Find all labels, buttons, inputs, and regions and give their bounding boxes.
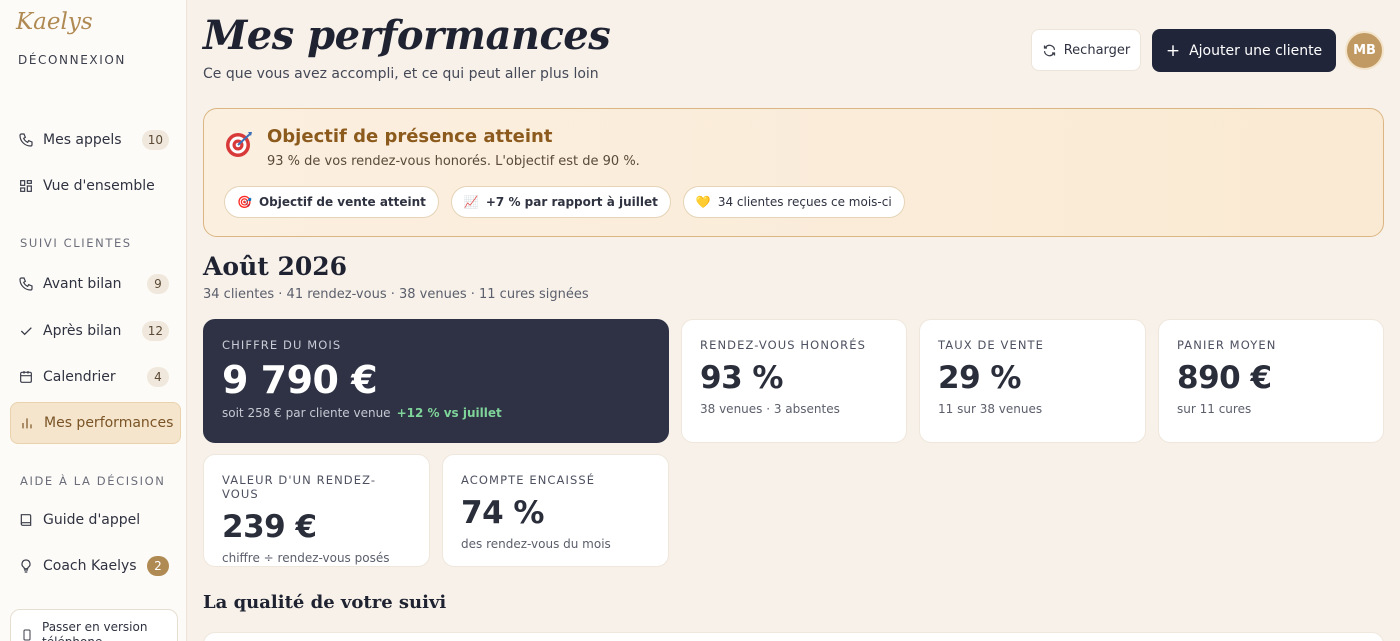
kpi-average-basket: PANIER MOYEN 890 € sur 11 cures xyxy=(1158,319,1384,443)
page-subtitle: Ce que vous avez accompli, et ce qui peu… xyxy=(203,66,599,82)
sidebar-item-call-guide[interactable]: Guide d'appel xyxy=(10,500,181,540)
count-badge: 9 xyxy=(147,274,169,294)
refresh-icon xyxy=(1043,44,1055,56)
kpi-note: chiffre ÷ rendez-vous posés xyxy=(222,551,390,565)
count-badge: 12 xyxy=(141,321,169,341)
sidebar-item-label: Vue d'ensemble xyxy=(43,178,155,194)
sidebar-item-calls[interactable]: Mes appels 10 xyxy=(10,120,181,160)
chip-label: Objectif de vente atteint xyxy=(258,195,426,209)
check-icon xyxy=(18,323,34,339)
kpi-note: 11 sur 38 venues xyxy=(938,402,1043,416)
kpi-value: 29 % xyxy=(938,360,1022,396)
grid-icon xyxy=(18,178,34,194)
sidebar-item-label: Calendrier xyxy=(43,369,116,385)
chip-label: 34 clientes reçues ce mois-ci xyxy=(717,195,892,209)
kpi-appointment-value: VALEUR D'UN RENDEZ-VOUS 239 € chiffre ÷ … xyxy=(203,454,430,567)
kpi-sales-rate: TAUX DE VENTE 29 % 11 sur 38 venues xyxy=(919,319,1146,443)
sidebar-item-label: Coach Kaelys xyxy=(43,558,137,574)
reload-button[interactable]: Recharger xyxy=(1031,29,1141,71)
heart-icon: 💛 xyxy=(695,195,711,209)
chip-clients: 💛 34 clientes reçues ce mois-ci xyxy=(682,186,905,218)
count-badge: 4 xyxy=(147,367,169,387)
kpi-label: ACOMPTE ENCAISSÉ xyxy=(461,473,596,487)
logout-link[interactable]: DÉCONNEXION xyxy=(18,53,126,67)
section-label-followup: SUIVI CLIENTES xyxy=(20,236,132,250)
mobile-button-label: Passer en version téléphone xyxy=(42,620,148,641)
kpi-value: 239 € xyxy=(222,509,317,545)
count-badge: 2 xyxy=(147,556,169,576)
add-client-label: Ajouter une cliente xyxy=(1189,42,1323,59)
kpi-note: soit 258 € par cliente venue +12 % vs jui… xyxy=(222,406,650,420)
target-icon xyxy=(226,132,252,157)
page-title: Mes performances xyxy=(203,12,611,59)
sidebar-item-label: Mes performances xyxy=(44,415,174,431)
sidebar-item-before-assessment[interactable]: Avant bilan 9 xyxy=(10,264,181,304)
kpi-monthly-revenue: CHIFFRE DU MOIS 9 790 € soit 258 € par c… xyxy=(203,319,669,443)
phone-icon xyxy=(18,132,34,148)
reload-label: Recharger xyxy=(1063,42,1131,58)
sidebar-item-label: Avant bilan xyxy=(43,276,122,292)
goal-title: Objectif de présence atteint xyxy=(267,126,553,147)
kpi-value: 93 % xyxy=(700,360,784,396)
avatar[interactable]: MB xyxy=(1345,31,1384,70)
goal-description: 93 % de vos rendez-vous honorés. L'objec… xyxy=(267,154,640,169)
month-summary: 34 clientes · 41 rendez-vous · 38 venues… xyxy=(203,287,589,302)
kpi-label: VALEUR D'UN RENDEZ-VOUS xyxy=(222,473,377,501)
sidebar-item-performances[interactable]: Mes performances xyxy=(10,402,181,444)
kpi-value: 890 € xyxy=(1177,360,1272,396)
sidebar-item-calendar[interactable]: Calendrier 4 xyxy=(10,357,181,397)
bar-chart-icon xyxy=(19,415,35,431)
chip-label: +7 % par rapport à juillet xyxy=(485,195,658,209)
sidebar-item-label: Après bilan xyxy=(43,323,122,339)
kpi-label: CHIFFRE DU MOIS xyxy=(222,338,342,352)
sidebar: Kaelys DÉCONNEXION Mes appels 10 Vue d'e… xyxy=(0,0,187,641)
kpi-note-text: soit 258 € par cliente venue xyxy=(222,406,391,420)
trend-up-icon: 📈 xyxy=(463,195,479,209)
plus-icon: + xyxy=(1165,40,1181,61)
kpi-note: 38 venues · 3 absentes xyxy=(700,402,840,416)
kpi-value: 9 790 € xyxy=(222,358,378,402)
smartphone-icon xyxy=(21,620,33,641)
kpi-attendance: RENDEZ-VOUS HONORÉS 93 % 38 venues · 3 a… xyxy=(681,319,907,443)
goal-banner: Objectif de présence atteint 93 % de vos… xyxy=(203,108,1384,237)
kpi-deposit: ACOMPTE ENCAISSÉ 74 % des rendez-vous du… xyxy=(442,454,669,567)
chip-sales-goal: 🎯 Objectif de vente atteint xyxy=(224,186,439,218)
lightbulb-icon xyxy=(18,558,34,574)
section-label-decision: AIDE À LA DÉCISION xyxy=(20,474,166,488)
kpi-note: sur 11 cures xyxy=(1177,402,1252,416)
kpi-label: TAUX DE VENTE xyxy=(938,338,1045,352)
sidebar-item-label: Guide d'appel xyxy=(43,512,141,528)
kpi-label: PANIER MOYEN xyxy=(1177,338,1277,352)
count-badge: 10 xyxy=(141,130,169,150)
calendar-icon xyxy=(18,369,34,385)
app-logo[interactable]: Kaelys xyxy=(16,9,93,35)
quality-card xyxy=(203,632,1384,641)
chip-growth: 📈 +7 % par rapport à juillet xyxy=(450,186,671,218)
kpi-note: des rendez-vous du mois xyxy=(461,537,611,551)
kpi-value: 74 % xyxy=(461,495,545,531)
sidebar-item-label: Mes appels xyxy=(43,132,122,148)
add-client-button[interactable]: + Ajouter une cliente xyxy=(1152,29,1336,72)
quality-section-title: La qualité de votre suivi xyxy=(203,592,447,613)
phone-icon xyxy=(18,276,34,292)
switch-to-mobile-button[interactable]: Passer en version téléphone xyxy=(10,609,178,641)
target-icon: 🎯 xyxy=(237,195,252,209)
month-title: Août 2026 xyxy=(203,252,348,281)
kpi-delta: +12 % vs juillet xyxy=(396,406,502,420)
sidebar-item-overview[interactable]: Vue d'ensemble xyxy=(10,166,181,206)
sidebar-item-coach[interactable]: Coach Kaelys 2 xyxy=(10,546,181,586)
kpi-label: RENDEZ-VOUS HONORÉS xyxy=(700,338,867,352)
achievement-chips: 🎯 Objectif de vente atteint 📈 +7 % par r… xyxy=(224,186,917,218)
sidebar-item-after-assessment[interactable]: Après bilan 12 xyxy=(10,311,181,351)
book-icon xyxy=(18,512,34,528)
